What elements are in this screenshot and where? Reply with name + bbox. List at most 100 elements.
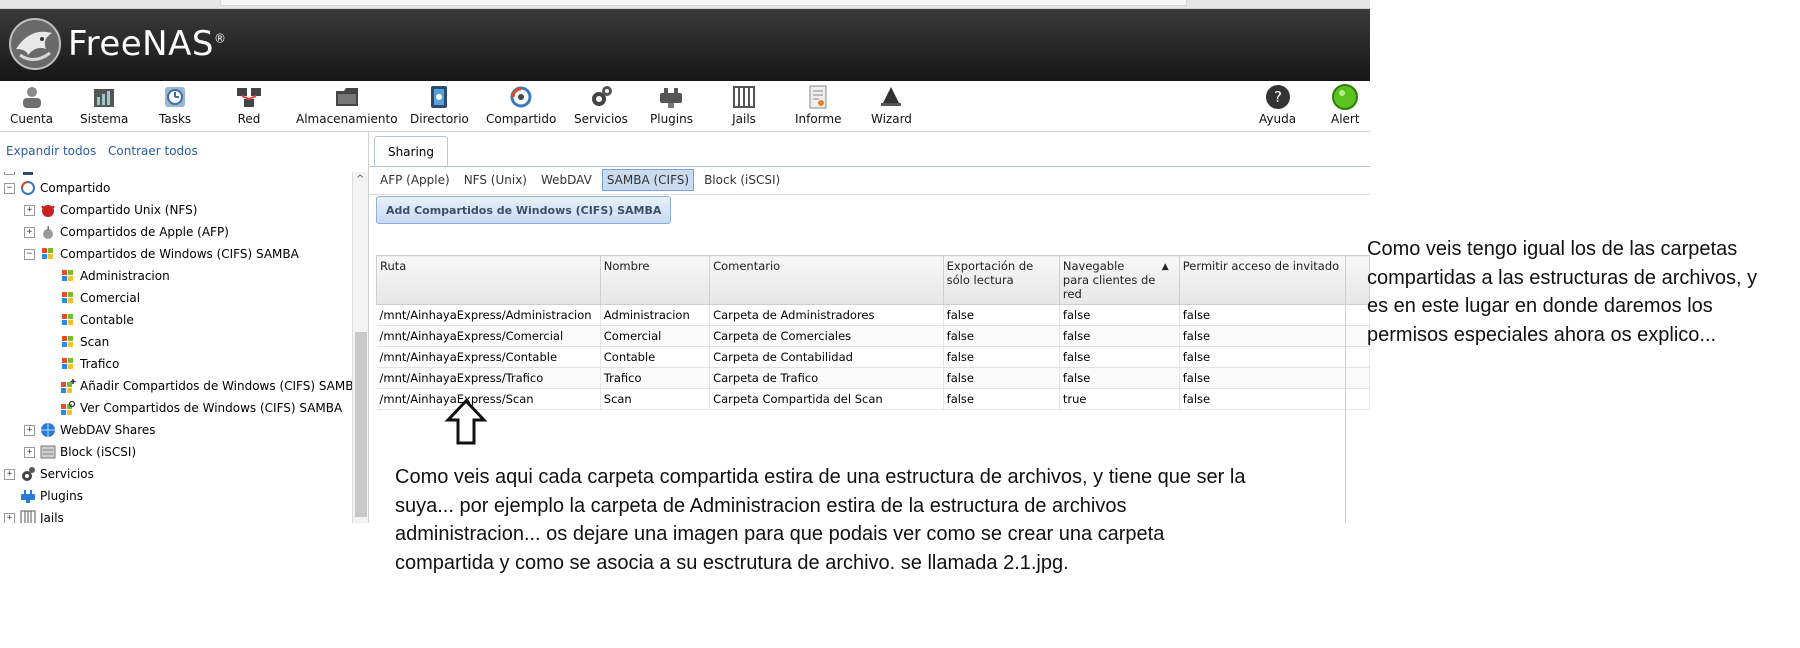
cell-nombre: Contable	[600, 346, 711, 368]
tree-item-iscsi[interactable]: + Block (iSCSI)	[24, 442, 136, 462]
toolbar-ayuda[interactable]: ? Ayuda	[1259, 84, 1296, 126]
cell-guest: false	[1179, 325, 1370, 347]
expand-toggle[interactable]: +	[24, 226, 35, 238]
expand-toggle[interactable]: +	[24, 204, 35, 216]
toolbar-label: Red	[237, 112, 261, 126]
toolbar-directorio[interactable]: Directorio	[410, 84, 469, 126]
toolbar-jails[interactable]: Jails	[731, 84, 757, 126]
subtab-nfs[interactable]: NFS (Unix)	[460, 170, 531, 190]
collapse-toggle[interactable]: −	[24, 248, 35, 260]
scroll-up-icon[interactable]: ^	[356, 174, 364, 185]
cell-readonly: false	[943, 367, 1060, 389]
tree-item-add-cifs[interactable]: Añadir Compartidos de Windows (CIFS) SAM…	[60, 376, 352, 396]
browser-top-strip	[0, 0, 1370, 9]
toolbar-cuenta[interactable]: Cuenta	[10, 84, 53, 126]
toolbar-informe[interactable]: Informe	[795, 84, 842, 126]
trademark-symbol: ®	[213, 31, 227, 46]
expand-all-link[interactable]: Expandir todos	[6, 144, 96, 158]
toolbar-alert[interactable]: Alert	[1331, 84, 1360, 126]
freenas-shark-icon	[9, 18, 61, 70]
windows-flag-icon	[60, 290, 76, 306]
scrollbar-thumb[interactable]	[355, 332, 367, 517]
expand-toggle[interactable]: +	[4, 512, 15, 523]
table-row[interactable]: /mnt/AinhayaExpress/Contable Contable Ca…	[376, 346, 1370, 368]
cell-readonly: false	[943, 346, 1060, 368]
expand-toggle[interactable]: +	[24, 424, 35, 436]
collapse-all-link[interactable]: Contraer todos	[108, 144, 198, 158]
services-icon	[588, 84, 614, 110]
tree-label: Compartido	[40, 181, 111, 195]
tree-item-view-cifs[interactable]: Ver Compartidos de Windows (CIFS) SAMBA	[60, 398, 342, 418]
collapse-toggle[interactable]: −	[4, 172, 15, 175]
toolbar-wizard[interactable]: Wizard	[871, 84, 912, 126]
tree-label: Compartido Unix (NFS)	[60, 203, 198, 217]
tree-item-share-comercial[interactable]: Comercial	[60, 288, 140, 308]
services-icon	[20, 466, 36, 482]
tree-item-webdav[interactable]: + WebDAV Shares	[24, 420, 156, 440]
column-header-comentario[interactable]: Comentario	[709, 255, 944, 305]
subtab-samba[interactable]: SAMBA (CIFS)	[601, 169, 695, 191]
toolbar-almacenamiento[interactable]: Almacenamiento	[296, 84, 398, 126]
globe-icon	[40, 422, 56, 438]
expand-collapse-bar: Expandir todos Contraer todos	[6, 144, 206, 158]
table-row[interactable]: /mnt/AinhayaExpress/Scan Scan Carpeta Co…	[376, 388, 1370, 410]
cell-nombre: Trafico	[600, 367, 711, 389]
toolbar-label: Cuenta	[10, 112, 54, 126]
cell-nombre: Administracion	[600, 304, 711, 326]
tree-item-plugins[interactable]: Plugins	[20, 486, 83, 506]
column-header-guest[interactable]: Permitir acceso de invitado	[1178, 255, 1370, 305]
directory-icon	[20, 172, 36, 177]
svg-text:?: ?	[1274, 88, 1282, 106]
tree-item-share-scan[interactable]: Scan	[60, 332, 109, 352]
table-row[interactable]: /mnt/AinhayaExpress/Administracion Admin…	[376, 304, 1370, 326]
report-icon	[805, 84, 831, 110]
column-header-nombre[interactable]: Nombre	[599, 255, 711, 305]
tree-label: Trafico	[80, 357, 120, 371]
address-bar-edge	[220, 0, 1187, 6]
header-label: Nombre	[603, 259, 650, 273]
collapse-toggle[interactable]: −	[4, 182, 15, 194]
expand-toggle[interactable]: +	[4, 468, 15, 480]
header-label: Exportación de	[946, 259, 1034, 273]
toolbar-plugins[interactable]: Plugins	[650, 84, 693, 126]
subtab-webdav[interactable]: WebDAV	[537, 170, 596, 190]
subtab-iscsi[interactable]: Block (iSCSI)	[700, 170, 784, 190]
toolbar-sistema[interactable]: Sistema	[80, 84, 128, 126]
table-row[interactable]: /mnt/AinhayaExpress/Comercial Comercial …	[376, 325, 1370, 347]
toolbar-servicios[interactable]: Servicios	[574, 84, 628, 126]
toolbar-red[interactable]: Red	[236, 84, 262, 126]
tree-item-share-contable[interactable]: Contable	[60, 310, 134, 330]
view-share-icon	[60, 400, 76, 416]
tree-item-compartido[interactable]: − Compartido	[4, 178, 110, 198]
add-cifs-share-button[interactable]: Add Compartidos de Windows (CIFS) SAMBA	[376, 196, 672, 224]
toolbar-label: Ayuda	[1259, 112, 1297, 126]
cell-guest: false	[1179, 304, 1370, 326]
column-header-readonly[interactable]: Exportación de sólo lectura	[942, 255, 1060, 305]
tree-item-servicios[interactable]: + Servicios	[4, 464, 94, 484]
cell-browsable: false	[1059, 346, 1180, 368]
tree-item-nfs[interactable]: + Compartido Unix (NFS)	[24, 200, 197, 220]
network-icon	[236, 84, 262, 110]
toolbar-compartido[interactable]: Compartido	[486, 84, 556, 126]
tree-item-jails[interactable]: + Jails	[4, 508, 64, 523]
tree-label: Jails	[40, 511, 64, 523]
expand-toggle[interactable]: +	[24, 446, 35, 458]
toolbar-tasks[interactable]: Tasks	[159, 84, 191, 126]
toolbar-label: Wizard	[871, 112, 912, 126]
tree-item-cifs[interactable]: − Compartidos de Windows (CIFS) SAMBA	[24, 244, 299, 264]
toolbar-label: Servicios	[574, 112, 628, 126]
toolbar-label: Directorio	[410, 112, 469, 126]
header-label: para clientes de red	[1062, 273, 1156, 301]
tree-item-share-administracion[interactable]: Administracion	[60, 266, 170, 286]
column-header-browsable[interactable]: Navegable para clientes de red ▲	[1058, 255, 1180, 305]
column-header-ruta[interactable]: Ruta	[376, 255, 601, 305]
tree-item-afp[interactable]: + Compartidos de Apple (AFP)	[24, 222, 229, 242]
sort-ascending-icon: ▲	[1161, 262, 1169, 272]
header-label: Permitir acceso de invitado	[1182, 259, 1340, 273]
table-row[interactable]: /mnt/AinhayaExpress/Trafico Trafico Carp…	[376, 367, 1370, 389]
plugins-icon	[20, 488, 36, 504]
tab-sharing[interactable]: Sharing	[374, 136, 448, 167]
subtab-afp[interactable]: AFP (Apple)	[376, 170, 454, 190]
tree-scrollbar[interactable]: ^	[352, 172, 368, 523]
tree-item-share-trafico[interactable]: Trafico	[60, 354, 119, 374]
